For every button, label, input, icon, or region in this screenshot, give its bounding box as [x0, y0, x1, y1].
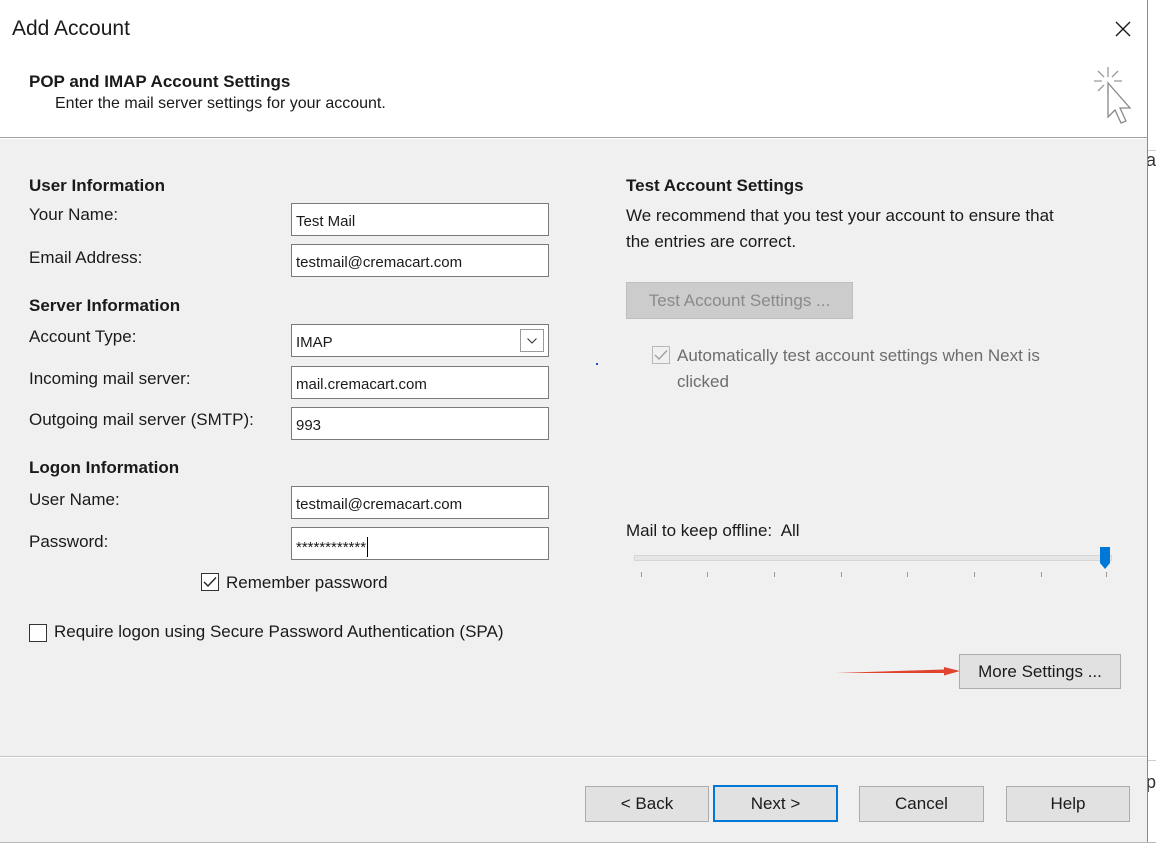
- more-settings-button[interactable]: More Settings ...: [959, 654, 1121, 689]
- password-label: Password:: [29, 532, 109, 551]
- remember-password-label[interactable]: Remember password: [226, 573, 388, 593]
- help-button[interactable]: Help: [1006, 786, 1130, 822]
- header-subtitle: Enter the mail server settings for your …: [55, 95, 386, 112]
- your-name-value: Test Mail: [296, 213, 356, 230]
- your-name-field[interactable]: Test Mail: [291, 203, 549, 236]
- account-type-select[interactable]: IMAP: [291, 324, 549, 357]
- auto-test-checkbox[interactable]: [652, 346, 670, 364]
- header-title: POP and IMAP Account Settings: [29, 72, 291, 91]
- test-account-settings-heading: Test Account Settings: [626, 176, 804, 195]
- checkmark-icon: [203, 577, 217, 588]
- slider-tick: [974, 572, 975, 577]
- offline-slider-track[interactable]: [634, 555, 1112, 561]
- mail-offline-value: All: [780, 521, 800, 540]
- account-type-value: IMAP: [296, 334, 333, 351]
- slider-tick: [1106, 572, 1107, 577]
- test-description-line2: the entries are correct.: [626, 232, 797, 251]
- mail-offline-label: Mail to keep offline: All: [626, 521, 800, 541]
- spa-checkbox[interactable]: [29, 624, 47, 642]
- cancel-button[interactable]: Cancel: [859, 786, 984, 822]
- slider-tick: [707, 572, 708, 577]
- password-field[interactable]: ************: [291, 527, 549, 560]
- outgoing-mail-server-value: 993: [296, 417, 322, 434]
- spa-label[interactable]: Require logon using Secure Password Auth…: [54, 622, 504, 642]
- user-information-heading: User Information: [29, 176, 166, 195]
- slider-tick: [1041, 572, 1042, 577]
- dialog-header: POP and IMAP Account Settings Enter the …: [0, 58, 1147, 138]
- user-name-value: testmail@cremacart.com: [296, 496, 463, 513]
- slider-tick: [774, 572, 775, 577]
- background-divider: [0, 842, 1156, 843]
- email-address-label: Email Address:: [29, 248, 143, 267]
- user-name-field[interactable]: testmail@cremacart.com: [291, 486, 549, 519]
- user-name-label: User Name:: [29, 490, 120, 509]
- password-value: ************: [296, 539, 367, 556]
- your-name-label: Your Name:: [29, 205, 119, 224]
- checkmark-icon: [654, 350, 668, 361]
- add-account-dialog: Add Account POP and IMAP Account Setting…: [0, 0, 1148, 842]
- slider-tick: [907, 572, 908, 577]
- outgoing-mail-server-label: Outgoing mail server (SMTP):: [29, 410, 254, 429]
- outgoing-mail-server-field[interactable]: 993: [291, 407, 549, 440]
- offline-slider-thumb[interactable]: [1100, 547, 1110, 569]
- close-button[interactable]: [1104, 10, 1142, 48]
- dropdown-button[interactable]: [520, 329, 544, 352]
- title-bar: Add Account: [0, 0, 1147, 58]
- slider-tick: [641, 572, 642, 577]
- cursor-sparkle-icon: [1094, 67, 1132, 124]
- slider-tick: [841, 572, 842, 577]
- stray-pixel: [596, 363, 598, 365]
- incoming-mail-server-label: Incoming mail server:: [29, 369, 191, 388]
- auto-test-label-line2: clicked: [677, 372, 729, 391]
- next-button[interactable]: Next >: [713, 785, 838, 822]
- dialog-title: Add Account: [12, 17, 130, 40]
- text-caret: [367, 537, 369, 557]
- test-account-settings-button[interactable]: Test Account Settings ...: [626, 282, 853, 319]
- email-address-field[interactable]: testmail@cremacart.com: [291, 244, 549, 277]
- email-address-value: testmail@cremacart.com: [296, 254, 463, 271]
- incoming-mail-server-field[interactable]: mail.cremacart.com: [291, 366, 549, 399]
- account-type-label: Account Type:: [29, 327, 137, 346]
- annotation-arrow: [836, 667, 960, 676]
- close-icon: [1115, 21, 1131, 37]
- logon-information-heading: Logon Information: [29, 458, 180, 477]
- chevron-down-icon: [527, 337, 537, 344]
- remember-password-checkbox[interactable]: [201, 573, 219, 591]
- auto-test-label-line1: Automatically test account settings when…: [677, 346, 1040, 365]
- back-button[interactable]: < Back: [585, 786, 709, 822]
- incoming-mail-server-value: mail.cremacart.com: [296, 376, 427, 393]
- test-description-line1: We recommend that you test your account …: [626, 206, 1054, 225]
- mail-offline-label-text: Mail to keep offline:: [626, 521, 773, 540]
- server-information-heading: Server Information: [29, 296, 181, 315]
